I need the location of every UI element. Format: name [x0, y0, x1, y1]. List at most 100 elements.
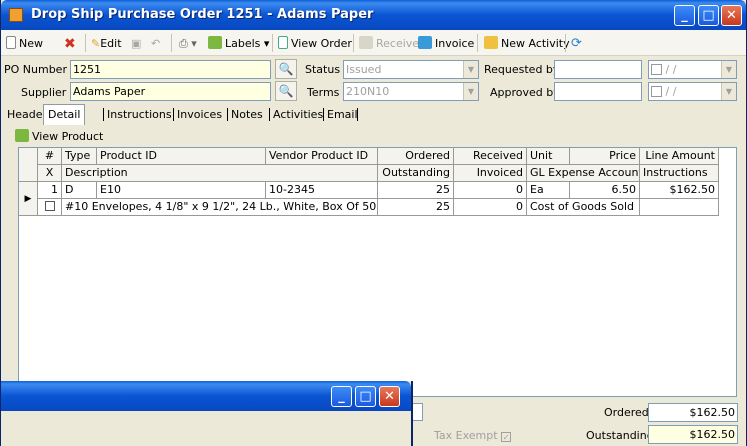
save-icon[interactable]: ▣ — [131, 35, 141, 53]
col-header-instructions[interactable]: Instructions — [640, 165, 719, 182]
tab-header[interactable]: Header — [7, 105, 47, 124]
detail-grid: # Type Product ID Vendor Product ID Orde… — [18, 147, 737, 397]
overlapping-window-title-bar[interactable]: _ □ ✕ — [1, 381, 411, 411]
col-header-x[interactable]: X — [38, 165, 62, 182]
invoice-button[interactable]: Invoice — [418, 35, 474, 53]
delete-icon[interactable]: ✖ — [64, 35, 76, 53]
new-activity-button[interactable]: New Activity — [484, 35, 570, 53]
chevron-down-icon: ▼ — [463, 61, 478, 78]
minimize-button[interactable]: _ — [331, 386, 352, 407]
terms-label: Terms — [307, 86, 340, 99]
checkbox-icon — [651, 86, 662, 97]
tab-instructions[interactable]: Instructions — [107, 105, 172, 124]
title-bar[interactable]: Drop Ship Purchase Order 1251 - Adams Pa… — [1, 0, 746, 30]
view-product-button[interactable]: View Product — [15, 129, 103, 145]
minimize-button[interactable]: _ — [674, 5, 695, 26]
row-invoiced[interactable]: 0 — [454, 199, 527, 216]
po-search-icon[interactable]: 🔍 — [275, 59, 297, 79]
window-icon — [9, 8, 23, 22]
refresh-icon[interactable]: ⟳ — [571, 35, 582, 53]
labels-dropdown[interactable]: Labels ▾ — [208, 35, 269, 53]
po-number-label: PO Number — [4, 63, 67, 76]
view-order-icon — [278, 36, 288, 49]
row-outstanding[interactable]: 25 — [378, 199, 454, 216]
approved-by-field[interactable] — [554, 82, 642, 101]
col-header-product-id[interactable]: Product ID — [97, 148, 266, 165]
col-header-gl-expense-account[interactable]: GL Expense Account — [527, 165, 640, 182]
col-header-price[interactable]: Price — [570, 148, 640, 165]
ordered-total-field: $162.50 — [648, 403, 738, 422]
row-received[interactable]: 0 — [454, 182, 527, 199]
row-line-amount[interactable]: $162.50 — [640, 182, 719, 199]
chevron-down-icon: ▼ — [463, 83, 478, 100]
col-header-description[interactable]: Description — [62, 165, 378, 182]
row-description[interactable]: #10 Envelopes, 4 1/8" x 9 1/2", 24 Lb., … — [62, 199, 378, 216]
col-header-number[interactable]: # — [38, 148, 62, 165]
labels-icon — [208, 36, 222, 49]
overlapping-window: _ □ ✕ — [1, 381, 413, 446]
requested-by-field[interactable] — [554, 60, 642, 79]
col-header-unit[interactable]: Unit — [527, 148, 570, 165]
new-button[interactable]: New — [6, 35, 43, 53]
maximize-button[interactable]: □ — [698, 5, 719, 26]
view-order-button[interactable]: View Order — [278, 35, 352, 53]
approved-by-label: Approved by — [490, 86, 560, 99]
invoice-icon — [418, 36, 432, 49]
row-ordered[interactable]: 25 — [378, 182, 454, 199]
tab-email[interactable]: Email — [327, 105, 358, 124]
printer-icon: ⎙ — [179, 37, 188, 50]
chevron-down-icon: ▼ — [721, 83, 736, 100]
checkbox-icon — [44, 201, 55, 211]
tab-notes[interactable]: Notes — [231, 105, 263, 124]
view-product-icon — [15, 129, 29, 142]
col-header-line-amount[interactable]: Line Amount — [640, 148, 719, 165]
maximize-button[interactable]: □ — [355, 386, 376, 407]
tab-invoices[interactable]: Invoices — [177, 105, 222, 124]
pencil-icon: ✎ — [91, 37, 101, 50]
receive-button[interactable]: Receive — [359, 35, 419, 53]
col-header-outstanding[interactable]: Outstanding — [378, 165, 454, 182]
edit-button[interactable]: ✎Edit — [91, 35, 122, 53]
close-button[interactable]: ✕ — [721, 5, 742, 26]
tab-detail[interactable]: Detail — [43, 104, 86, 125]
requested-by-label: Requested by — [484, 63, 560, 76]
status-select[interactable]: Issued ▼ — [343, 60, 479, 79]
supplier-label: Supplier — [21, 86, 67, 99]
new-document-icon — [6, 36, 16, 49]
outstanding-total-label: Outstanding — [586, 429, 654, 442]
window-title: Drop Ship Purchase Order 1251 - Adams Pa… — [31, 7, 374, 22]
col-header-type[interactable]: Type — [62, 148, 97, 165]
supplier-field[interactable]: Adams Paper — [70, 82, 271, 101]
ordered-total-label: Ordered — [604, 406, 649, 419]
row-type[interactable]: D — [62, 182, 97, 199]
row-instructions[interactable] — [640, 199, 719, 216]
undo-icon[interactable]: ↶ — [151, 35, 160, 53]
close-button[interactable]: ✕ — [379, 386, 400, 407]
status-label: Status — [305, 63, 341, 76]
supplier-search-icon[interactable]: 🔍 — [275, 81, 297, 101]
row-number[interactable]: 1 — [38, 182, 62, 199]
row-price[interactable]: 6.50 — [570, 182, 640, 199]
po-number-field[interactable]: 1251 — [70, 60, 271, 79]
col-header-received[interactable]: Received — [454, 148, 527, 165]
checkbox-icon — [651, 64, 662, 75]
terms-select[interactable]: 210N10 ▼ — [343, 82, 479, 101]
purchase-order-window: Drop Ship Purchase Order 1251 - Adams Pa… — [0, 0, 747, 446]
toolbar: New ✖ ✎Edit ▣ ↶ ⎙ ▾ Labels ▾ View Order … — [1, 30, 746, 56]
col-header-ordered[interactable]: Ordered — [378, 148, 454, 165]
row-unit[interactable]: Ea — [527, 182, 570, 199]
row-indicator-icon[interactable]: ▶ — [19, 182, 38, 216]
approved-date-field[interactable]: / / ▼ — [648, 82, 737, 101]
row-gl-expense-account[interactable]: Cost of Goods Sold — [527, 199, 640, 216]
row-checkbox[interactable] — [38, 199, 62, 216]
new-activity-icon — [484, 36, 498, 49]
col-header-invoiced[interactable]: Invoiced — [454, 165, 527, 182]
checkbox-icon: ✓ — [501, 432, 512, 442]
row-vendor-product-id[interactable]: 10-2345 — [266, 182, 378, 199]
requested-date-field[interactable]: / / ▼ — [648, 60, 737, 79]
tab-activities[interactable]: Activities — [273, 105, 323, 124]
col-header-vendor-product-id[interactable]: Vendor Product ID — [266, 148, 378, 165]
outstanding-total-field: $162.50 — [648, 425, 738, 444]
print-dropdown[interactable]: ⎙ ▾ — [179, 35, 197, 53]
row-product-id[interactable]: E10 — [97, 182, 266, 199]
